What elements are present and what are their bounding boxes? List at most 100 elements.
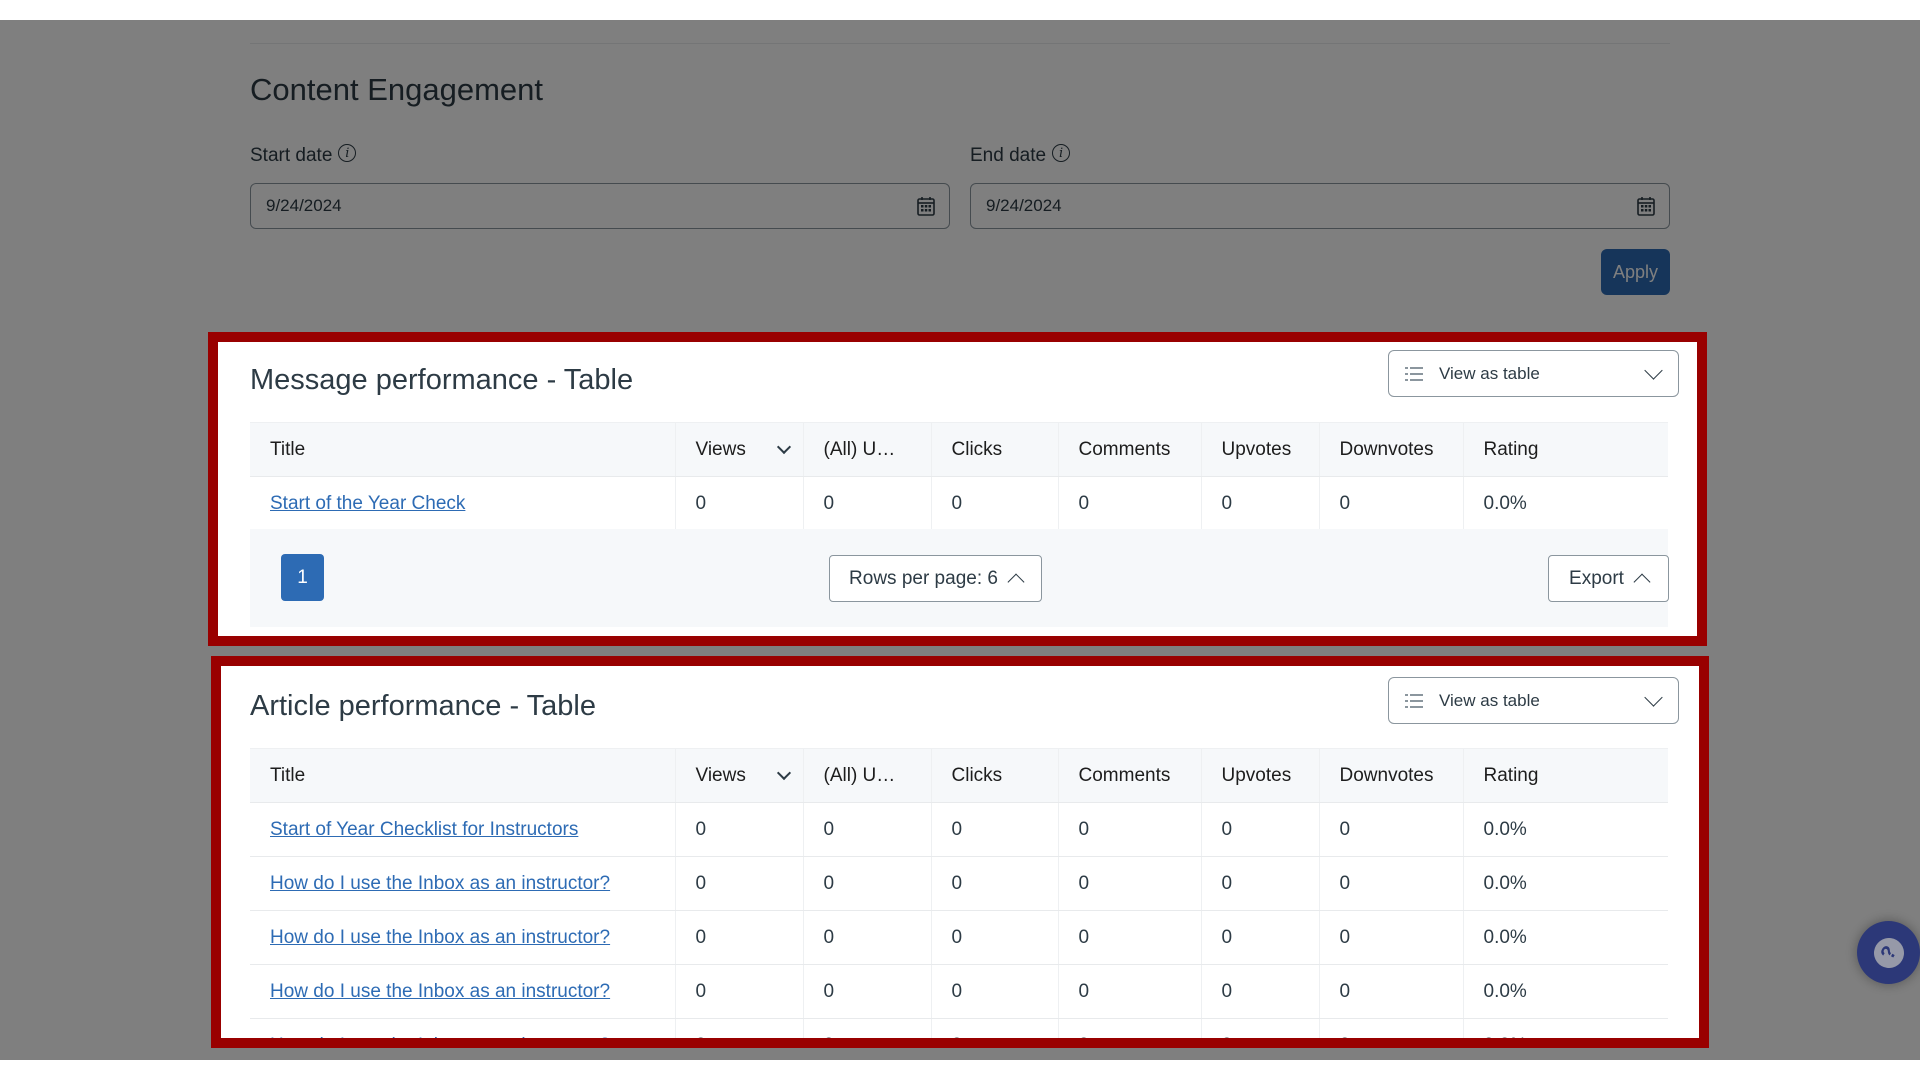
message-performance-title: Message performance - Table [250, 364, 634, 396]
cell-rating: 0.0% [1463, 964, 1668, 1019]
rows-per-page-label: Rows per page: 6 [849, 567, 998, 589]
cell-downvotes: 0 [1319, 856, 1464, 911]
table-row: How do I use the Inbox as an instructor?… [250, 964, 1668, 1019]
column-header-clicks[interactable]: Clicks [931, 422, 1059, 477]
table-header-row: Title Views (All) U… Clicks Comments Upv… [250, 422, 1668, 477]
cell-upvotes: 0 [1201, 476, 1320, 531]
cell-clicks: 0 [931, 856, 1059, 911]
cell-all-u: 0 [803, 964, 932, 1019]
table-row: How do I use the Inbox as an instructor?… [250, 1018, 1668, 1039]
column-header-clicks[interactable]: Clicks [931, 748, 1059, 803]
cell-comments: 0 [1058, 1018, 1202, 1038]
table-row: Start of the Year Check 0 0 0 0 0 0 0.0% [250, 476, 1668, 531]
cell-clicks: 0 [931, 802, 1059, 857]
view-select-label: View as table [1439, 363, 1540, 383]
rows-per-page-button[interactable]: Rows per page: 6 [829, 555, 1042, 602]
message-title-link[interactable]: Start of the Year Check [270, 493, 465, 514]
list-icon [1405, 693, 1423, 708]
views-header-label: Views [695, 438, 746, 460]
cell-views: 0 [675, 964, 804, 1019]
cell-all-u: 0 [803, 1018, 932, 1038]
cell-all-u: 0 [803, 476, 932, 531]
message-view-select[interactable]: View as table [1388, 350, 1679, 397]
cell-comments: 0 [1058, 964, 1202, 1019]
column-header-comments[interactable]: Comments [1058, 422, 1202, 477]
cell-upvotes: 0 [1201, 964, 1320, 1019]
cell-all-u: 0 [803, 856, 932, 911]
column-header-downvotes[interactable]: Downvotes [1319, 748, 1464, 803]
article-performance-title: Article performance - Table [250, 690, 597, 722]
cell-views: 0 [675, 476, 804, 531]
cell-title: How do I use the Inbox as an instructor? [250, 856, 676, 911]
view-select-label: View as table [1439, 690, 1540, 710]
article-performance-section: Article performance - Table View as tabl… [211, 656, 1709, 1048]
column-header-rating[interactable]: Rating [1463, 422, 1668, 477]
cell-clicks: 0 [931, 964, 1059, 1019]
chevron-down-icon [1644, 361, 1663, 380]
column-header-rating[interactable]: Rating [1463, 748, 1668, 803]
export-button[interactable]: Export [1548, 555, 1669, 602]
column-header-title[interactable]: Title [250, 422, 676, 477]
cell-views: 0 [675, 856, 804, 911]
cell-all-u: 0 [803, 910, 932, 965]
cell-comments: 0 [1058, 856, 1202, 911]
cell-comments: 0 [1058, 910, 1202, 965]
column-header-all-u[interactable]: (All) U… [803, 422, 932, 477]
sort-chevron-icon[interactable] [776, 439, 791, 455]
views-header-label: Views [695, 764, 746, 786]
cell-views: 0 [675, 910, 804, 965]
cell-rating: 0.0% [1463, 856, 1668, 911]
cell-views: 0 [675, 802, 804, 857]
column-header-all-u[interactable]: (All) U… [803, 748, 932, 803]
article-view-select[interactable]: View as table [1388, 677, 1679, 724]
page-1-button[interactable]: 1 [281, 554, 324, 601]
chevron-up-icon [1007, 573, 1025, 590]
column-header-downvotes[interactable]: Downvotes [1319, 422, 1464, 477]
article-title-link[interactable]: How do I use the Inbox as an instructor? [270, 873, 610, 894]
message-performance-section: Message performance - Table View as tabl… [208, 332, 1707, 646]
cell-upvotes: 0 [1201, 1018, 1320, 1038]
cell-clicks: 0 [931, 476, 1059, 531]
cell-views: 0 [675, 1018, 804, 1038]
cell-downvotes: 0 [1319, 964, 1464, 1019]
cell-comments: 0 [1058, 476, 1202, 531]
cell-rating: 0.0% [1463, 1018, 1668, 1038]
cell-downvotes: 0 [1319, 802, 1464, 857]
cell-title: How do I use the Inbox as an instructor? [250, 964, 676, 1019]
table-row: How do I use the Inbox as an instructor?… [250, 856, 1668, 911]
column-header-upvotes[interactable]: Upvotes [1201, 422, 1320, 477]
chevron-down-icon [1644, 688, 1663, 707]
cell-comments: 0 [1058, 802, 1202, 857]
cell-downvotes: 0 [1319, 476, 1464, 531]
export-label: Export [1569, 567, 1624, 589]
chevron-up-icon [1633, 573, 1651, 590]
cell-downvotes: 0 [1319, 910, 1464, 965]
cell-title: Start of the Year Check [250, 476, 676, 531]
table-header-row: Title Views (All) U… Clicks Comments Upv… [250, 748, 1668, 803]
article-title-link[interactable]: How do I use the Inbox as an instructor? [270, 927, 610, 948]
message-table: Title Views (All) U… Clicks Comments Upv… [250, 422, 1668, 531]
article-title-link[interactable]: How do I use the Inbox as an instructor? [270, 981, 610, 1002]
cell-rating: 0.0% [1463, 802, 1668, 857]
article-title-link[interactable]: How do I use the Inbox as an instructor? [270, 1035, 610, 1039]
column-header-views[interactable]: Views [675, 748, 804, 803]
cell-rating: 0.0% [1463, 476, 1668, 531]
help-icon: ? [1868, 932, 1909, 973]
column-header-comments[interactable]: Comments [1058, 748, 1202, 803]
sort-chevron-icon[interactable] [776, 765, 791, 781]
table-row: How do I use the Inbox as an instructor?… [250, 910, 1668, 965]
table-row: Start of Year Checklist for Instructors 0… [250, 802, 1668, 857]
cell-rating: 0.0% [1463, 910, 1668, 965]
help-button[interactable]: ? [1857, 921, 1920, 984]
cell-upvotes: 0 [1201, 910, 1320, 965]
column-header-title[interactable]: Title [250, 748, 676, 803]
article-title-link[interactable]: Start of Year Checklist for Instructors [270, 819, 578, 840]
column-header-upvotes[interactable]: Upvotes [1201, 748, 1320, 803]
cell-downvotes: 0 [1319, 1018, 1464, 1038]
cell-upvotes: 0 [1201, 802, 1320, 857]
article-table: Title Views (All) U… Clicks Comments Upv… [250, 748, 1668, 1039]
cell-title: How do I use the Inbox as an instructor? [250, 1018, 676, 1039]
column-header-views[interactable]: Views [675, 422, 804, 477]
cell-title: Start of Year Checklist for Instructors [250, 802, 676, 857]
cell-upvotes: 0 [1201, 856, 1320, 911]
